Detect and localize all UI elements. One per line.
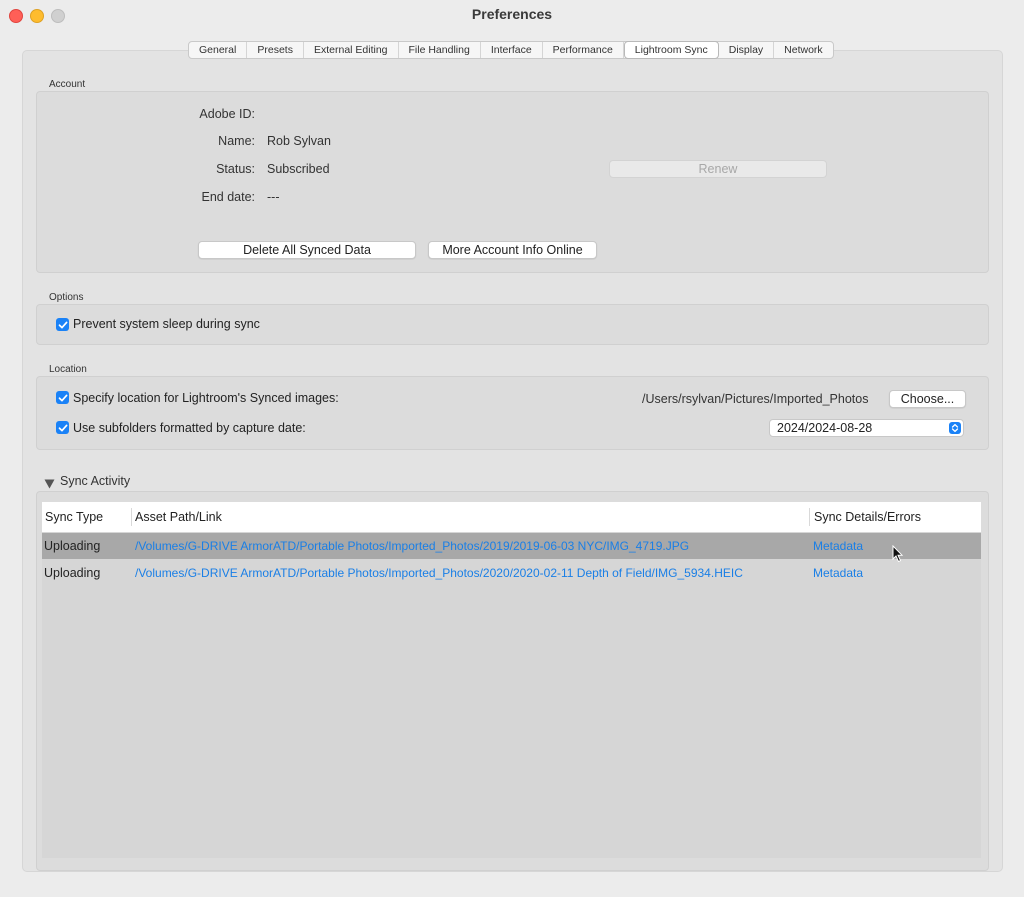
name-label: Name: (218, 134, 255, 148)
tab-interface[interactable]: Interface (481, 42, 543, 58)
checkmark-icon (58, 321, 67, 328)
sync-activity-label[interactable]: Sync Activity (60, 474, 130, 488)
options-section-label: Options (49, 292, 84, 303)
column-divider[interactable] (131, 508, 132, 526)
table-row[interactable]: Uploading /Volumes/G-DRIVE ArmorATD/Port… (42, 560, 981, 586)
status-label: Status: (216, 162, 255, 176)
asset-path-link[interactable]: /Volumes/G-DRIVE ArmorATD/Portable Photo… (135, 566, 743, 580)
checkmark-icon (58, 424, 67, 431)
sync-details-link[interactable]: Metadata (813, 539, 863, 553)
use-subfolders-label: Use subfolders formatted by capture date… (73, 421, 306, 435)
column-asset-path[interactable]: Asset Path/Link (135, 510, 222, 524)
mouse-pointer-icon (892, 544, 904, 563)
account-section-label: Account (49, 79, 86, 90)
tab-external-editing[interactable]: External Editing (304, 42, 399, 58)
name-value: Rob Sylvan (267, 134, 331, 148)
end-date-value: --- (267, 190, 280, 204)
title-bar: Preferences (0, 0, 1024, 30)
sync-type-cell: Uploading (44, 566, 101, 580)
specify-location-label: Specify location for Lightroom's Synced … (73, 391, 339, 405)
tab-performance[interactable]: Performance (543, 42, 624, 58)
use-subfolders-checkbox[interactable] (56, 421, 69, 434)
location-section-label: Location (49, 364, 87, 375)
sync-details-link[interactable]: Metadata (813, 566, 863, 580)
disclosure-triangle-icon[interactable] (44, 476, 55, 489)
tab-general[interactable]: General (189, 42, 248, 58)
location-box (36, 376, 989, 450)
status-value: Subscribed (267, 162, 330, 176)
tab-display[interactable]: Display (719, 42, 775, 58)
sync-activity-table: Sync Type Asset Path/Link Sync Details/E… (42, 502, 981, 858)
select-arrows-icon (949, 422, 961, 434)
choose-button[interactable]: Choose... (889, 390, 966, 408)
window-title: Preferences (471, 6, 553, 22)
column-sync-type[interactable]: Sync Type (45, 510, 103, 524)
date-format-select[interactable]: 2024/2024-08-28 (769, 419, 964, 437)
date-format-value: 2024/2024-08-28 (777, 421, 873, 435)
preferences-tabs: General Presets External Editing File Ha… (188, 41, 834, 59)
renew-button[interactable]: Renew (609, 160, 827, 178)
adobe-id-label: Adobe ID: (199, 107, 255, 121)
sync-type-cell: Uploading (44, 539, 101, 553)
tab-lightroom-sync[interactable]: Lightroom Sync (623, 41, 719, 59)
prevent-sleep-label: Prevent system sleep during sync (73, 317, 260, 331)
tab-presets[interactable]: Presets (247, 42, 304, 58)
end-date-label: End date: (201, 190, 255, 204)
location-path: /Users/rsylvan/Pictures/Imported_Photos (642, 392, 869, 406)
table-header: Sync Type Asset Path/Link Sync Details/E… (42, 502, 981, 532)
checkmark-icon (58, 394, 67, 401)
delete-all-synced-data-button[interactable]: Delete All Synced Data (198, 241, 416, 259)
tab-network[interactable]: Network (774, 42, 833, 58)
more-account-info-button[interactable]: More Account Info Online (428, 241, 597, 259)
column-divider[interactable] (809, 508, 810, 526)
asset-path-link[interactable]: /Volumes/G-DRIVE ArmorATD/Portable Photo… (135, 539, 689, 553)
tab-file-handling[interactable]: File Handling (399, 42, 481, 58)
prevent-sleep-checkbox[interactable] (56, 318, 69, 331)
column-sync-details[interactable]: Sync Details/Errors (814, 510, 921, 524)
table-row[interactable]: Uploading /Volumes/G-DRIVE ArmorATD/Port… (42, 533, 981, 559)
specify-location-checkbox[interactable] (56, 391, 69, 404)
